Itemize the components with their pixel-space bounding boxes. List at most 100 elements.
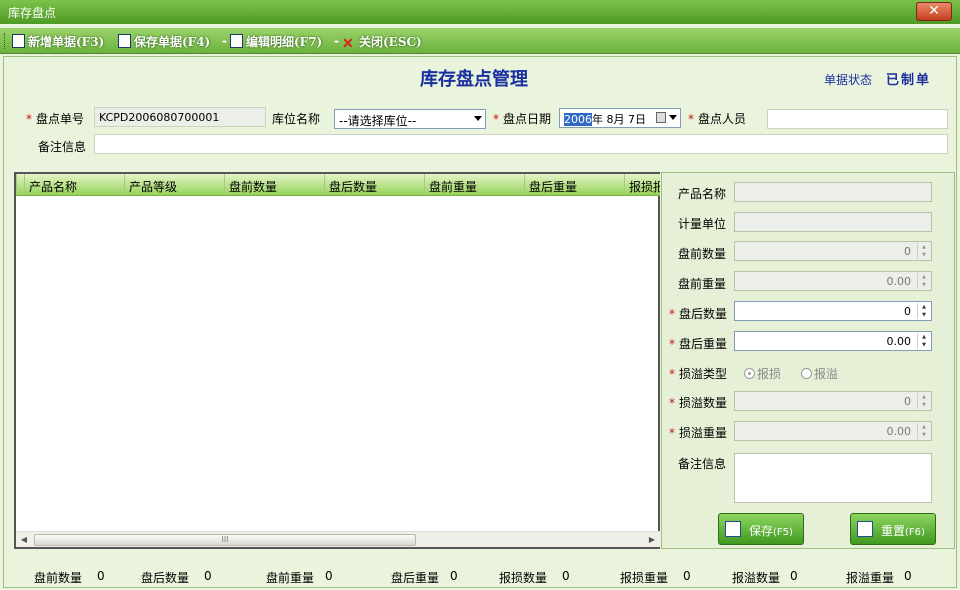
- chevron-down-icon: [669, 115, 677, 120]
- loss-radio-label: 报损: [757, 367, 782, 381]
- location-select[interactable]: --请选择库位--: [334, 109, 486, 129]
- column-header[interactable]: 盘前重量: [424, 174, 524, 195]
- footer-label: 报溢数量: [732, 571, 781, 585]
- before-weight-value: 0.00: [886, 275, 912, 288]
- after-weight-label: * 盘后重量: [669, 335, 727, 352]
- spin-icon[interactable]: ▲ ▼: [917, 393, 930, 409]
- after-weight-stepper[interactable]: 0.00 ▲ ▼: [734, 331, 932, 351]
- person-label-text: 盘点人员: [698, 112, 747, 126]
- scroll-right-icon[interactable]: ▶: [645, 533, 659, 547]
- footer-value: 0: [450, 569, 458, 583]
- footer-value: 0: [904, 569, 912, 583]
- pl-weight-stepper[interactable]: 0.00 ▲ ▼: [734, 421, 932, 441]
- window-close-button[interactable]: ✕: [916, 2, 952, 21]
- date-label-text: 盘点日期: [503, 112, 552, 126]
- spin-icon[interactable]: ▲ ▼: [917, 273, 930, 289]
- footer-value: 0: [790, 569, 798, 583]
- required-mark: *: [493, 112, 499, 126]
- reset-button[interactable]: 重置(F6): [850, 513, 936, 545]
- pl-weight-value: 0.00: [886, 425, 912, 438]
- save-button-label: 保存: [749, 524, 774, 538]
- window-titlebar: 库存盘点 ✕: [0, 0, 960, 24]
- close-button[interactable]: ✕ 关闭(ESC): [342, 33, 422, 51]
- spin-icon[interactable]: ▲ ▼: [917, 423, 930, 439]
- person-field[interactable]: [767, 109, 948, 129]
- required-mark: *: [669, 337, 675, 351]
- gain-radio[interactable]: 报溢: [801, 365, 838, 382]
- scroll-thumb[interactable]: III: [34, 534, 416, 546]
- toolbar-grip[interactable]: [4, 33, 7, 49]
- footer-label: 盘前重量: [266, 571, 315, 585]
- column-header[interactable]: 盘后重量: [524, 174, 624, 195]
- unit-label: 计量单位: [678, 217, 727, 231]
- required-mark: *: [669, 307, 675, 321]
- gain-radio-label: 报溢: [814, 367, 839, 381]
- remark-field[interactable]: [94, 134, 948, 154]
- before-weight-label: 盘前重量: [678, 277, 727, 291]
- save-document-icon: [118, 34, 131, 48]
- before-qty-stepper[interactable]: 0 ▲ ▼: [734, 241, 932, 261]
- detail-grid[interactable]: 产品名称 产品等级 盘前数量 盘后数量 盘前重量 盘后重量 报损报 ◀ III …: [14, 172, 660, 549]
- after-qty-stepper[interactable]: 0 ▲ ▼: [734, 301, 932, 321]
- detail-remark-label: 备注信息: [678, 457, 727, 471]
- detail-panel: 产品名称 计量单位 盘前数量 0 ▲ ▼ 盘前重量 0.00 ▲ ▼ * 盘后数量 0…: [661, 172, 955, 549]
- close-label: 关闭(ESC): [359, 35, 422, 49]
- spin-icon[interactable]: ▲ ▼: [917, 333, 930, 349]
- scroll-left-icon[interactable]: ◀: [17, 533, 31, 547]
- calendar-icon: [656, 112, 666, 123]
- after-weight-value: 0.00: [886, 335, 912, 348]
- status-badge: 已制单: [886, 73, 932, 88]
- toolbar-separator: -: [334, 34, 339, 48]
- doc-no-label: * 盘点单号: [26, 110, 84, 127]
- reset-button-label: 重置: [881, 524, 906, 538]
- before-qty-label: 盘前数量: [678, 247, 727, 261]
- pl-qty-stepper[interactable]: 0 ▲ ▼: [734, 391, 932, 411]
- unit-field[interactable]: [734, 212, 932, 232]
- date-picker[interactable]: 2006年 8月 7日: [559, 108, 681, 128]
- column-header[interactable]: 产品名称: [24, 174, 124, 195]
- required-mark: *: [669, 426, 675, 440]
- pl-weight-label: * 损溢重量: [669, 424, 727, 441]
- column-header[interactable]: 盘前数量: [224, 174, 324, 195]
- location-label: 库位名称: [272, 112, 321, 126]
- edit-details-icon: [230, 34, 243, 48]
- column-header[interactable]: 盘后数量: [324, 174, 424, 195]
- before-weight-stepper[interactable]: 0.00 ▲ ▼: [734, 271, 932, 291]
- person-label: * 盘点人员: [688, 110, 746, 127]
- date-rest: 年 8月 7日: [592, 113, 646, 126]
- date-year-selected: 2006: [564, 113, 592, 126]
- detail-remark-textarea[interactable]: [734, 453, 932, 503]
- save-document-button[interactable]: 保存单据(F4): [118, 33, 210, 51]
- new-document-label: 新增单据(F3): [28, 35, 105, 49]
- footer-label: 报溢重量: [846, 571, 895, 585]
- window-title: 库存盘点: [8, 6, 57, 20]
- column-header[interactable]: 产品等级: [124, 174, 224, 195]
- pl-qty-label-text: 损溢数量: [679, 396, 728, 410]
- column-header[interactable]: 报损报: [624, 174, 660, 195]
- footer-value: 0: [97, 569, 105, 583]
- save-button[interactable]: 保存(F5): [718, 513, 804, 545]
- footer-value: 0: [325, 569, 333, 583]
- chevron-down-icon: [474, 116, 482, 121]
- required-mark: *: [669, 367, 675, 381]
- product-name-field[interactable]: [734, 182, 932, 202]
- status-label: 单据状态: [824, 73, 873, 87]
- new-document-icon: [12, 34, 25, 48]
- footer-value: 0: [562, 569, 570, 583]
- spin-icon[interactable]: ▲ ▼: [917, 303, 930, 319]
- location-select-value: --请选择库位--: [339, 114, 417, 128]
- spin-icon[interactable]: ▲ ▼: [917, 243, 930, 259]
- edit-details-button[interactable]: 编辑明细(F7): [230, 33, 322, 51]
- new-document-button[interactable]: 新增单据(F3): [12, 33, 104, 51]
- doc-no-field[interactable]: KCPD2006080700001: [94, 107, 266, 127]
- footer-label: 报损数量: [499, 571, 548, 585]
- doc-no-label-text: 盘点单号: [36, 112, 85, 126]
- after-qty-label-text: 盘后数量: [679, 307, 728, 321]
- pl-type-label-text: 损溢类型: [679, 367, 728, 381]
- loss-radio[interactable]: 报损: [744, 365, 781, 382]
- horizontal-scrollbar[interactable]: ◀ III ▶: [16, 531, 660, 547]
- close-icon: ✕: [342, 36, 354, 52]
- toolbar: 新增单据(F3) 保存单据(F4) - 编辑明细(F7) - ✕ 关闭(ESC): [0, 28, 960, 54]
- main-content: 库存盘点管理 单据状态 已制单 * 盘点单号 KCPD2006080700001 …: [3, 56, 957, 588]
- page-title: 库存盘点管理: [420, 69, 528, 90]
